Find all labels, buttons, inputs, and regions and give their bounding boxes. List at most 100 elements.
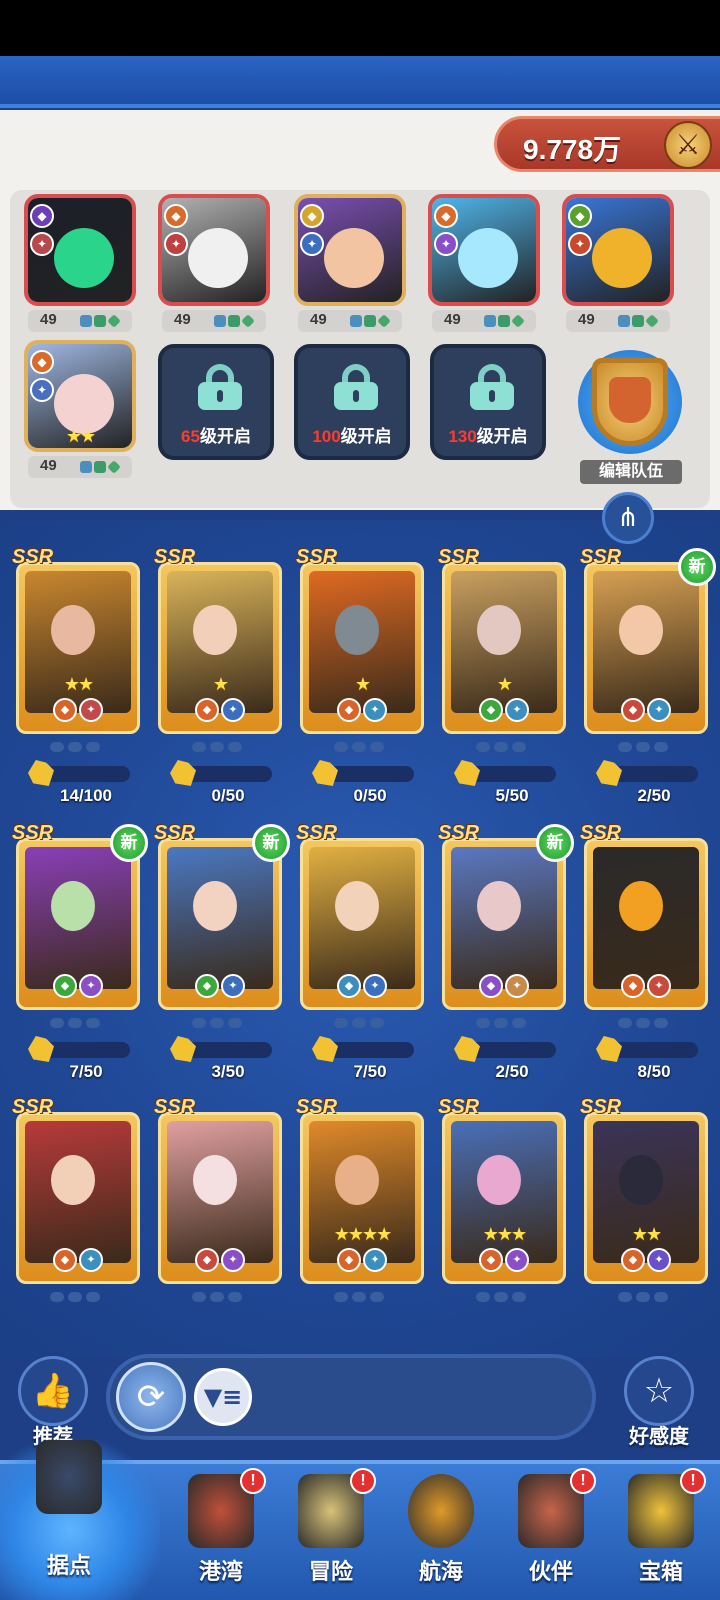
rank-pip	[511, 314, 525, 328]
hero-card[interactable]: SSR ★★ ◆ ✦	[12, 546, 142, 752]
filter-button[interactable]: ▼≡	[194, 1368, 252, 1426]
faction-icon: ✦	[363, 698, 387, 722]
shard-progress: 8/50	[590, 1036, 718, 1086]
nav-item-4[interactable]: 伙伴!	[496, 1464, 606, 1598]
hero-card[interactable]: SSR ◆ ✦	[580, 822, 710, 1028]
rank-pip	[645, 314, 659, 328]
favor-button[interactable]: ☆ 好感度	[618, 1356, 700, 1452]
shard-progress: 3/50	[164, 1036, 292, 1086]
nav-label: 航海	[418, 1559, 463, 1584]
hero-level: 49	[40, 457, 57, 474]
hero-card[interactable]: SSR ★★ ◆ ✦	[580, 1096, 710, 1302]
rank-pip	[107, 460, 121, 474]
rank-pip	[618, 1018, 632, 1028]
refresh-button[interactable]: ⟳	[116, 1362, 186, 1432]
rank-pip	[68, 742, 82, 752]
hero-card[interactable]: SSR ★ ◆ ✦	[296, 546, 426, 752]
star-rating: ★	[354, 674, 371, 695]
team-slot[interactable]: ◆ ✦ 49	[158, 194, 270, 332]
nav-item-1[interactable]: 港湾!	[166, 1464, 276, 1598]
hero-card[interactable]: SSR ★ ◆ ✦	[154, 546, 284, 752]
nav-item-0[interactable]: 据点	[14, 1430, 124, 1578]
rank-pips	[80, 314, 121, 328]
hero-card[interactable]: SSR ★ ◆ ✦	[438, 546, 568, 752]
hero-attribute-badges: ◆ ✦	[582, 974, 710, 998]
notification-badge: !	[680, 1468, 706, 1494]
hero-card-face	[619, 881, 663, 931]
team-power-badge[interactable]: 9.778万 ⚔	[494, 116, 720, 172]
rank-pips	[350, 314, 391, 328]
lock-keyhole	[489, 390, 495, 402]
rank-pip	[86, 742, 100, 752]
team-slot[interactable]: ◆ ✦ 49	[294, 194, 406, 332]
unlock-level: 130	[448, 427, 477, 446]
hero-attribute-badges: ◆ ✦	[14, 1248, 142, 1272]
team-slot[interactable]: ◆ ✦ 49	[562, 194, 674, 332]
rank-pip	[654, 1292, 668, 1302]
hero-card-face	[477, 1155, 521, 1205]
rank-pip	[494, 1292, 508, 1302]
hero-attribute-badges: ◆ ✦	[582, 698, 710, 722]
shard-count: 5/50	[495, 786, 529, 805]
nav-label: 宝箱	[638, 1559, 683, 1584]
rank-pip	[632, 315, 644, 327]
rank-pip	[352, 1292, 366, 1302]
hero-level-bar: 49	[28, 310, 132, 332]
lock-keyhole	[217, 390, 223, 402]
faction-icon: ✦	[505, 974, 529, 998]
rank-pips	[214, 314, 255, 328]
unlock-level-label: 100级开启	[298, 422, 406, 447]
hero-card[interactable]: SSR ◆ ✦	[296, 822, 426, 1028]
team-slot[interactable]: ◆ ✦ 49	[24, 194, 136, 332]
shard-count: 7/50	[353, 1062, 387, 1081]
hero-card[interactable]: SSR 新 ◆ ✦	[438, 822, 574, 1028]
notification-badge: !	[570, 1468, 596, 1494]
hero-card[interactable]: SSR 新 ◆ ✦	[12, 822, 148, 1028]
rank-pip	[80, 315, 92, 327]
new-badge: 新	[678, 548, 716, 586]
hero-card-face	[51, 605, 95, 655]
nav-item-5[interactable]: 宝箱!	[606, 1464, 716, 1598]
rank-pips	[618, 314, 659, 328]
share-button[interactable]: ⋔	[602, 492, 654, 544]
hero-card[interactable]: SSR 新 ◆ ✦	[154, 822, 290, 1028]
hero-level: 49	[578, 311, 595, 328]
team-slot[interactable]: ◆ ✦ ★★ 49	[24, 340, 136, 478]
nav-item-2[interactable]: 冒险!	[276, 1464, 386, 1598]
rank-pip	[618, 315, 630, 327]
hero-card[interactable]: SSR 新 ◆ ✦	[580, 546, 716, 752]
class-icon: ◆	[195, 698, 219, 722]
shard-progress: 2/50	[448, 1036, 576, 1086]
rank-pips	[476, 1292, 532, 1304]
hero-card[interactable]: SSR ◆ ✦	[12, 1096, 142, 1302]
class-icon: ◆	[30, 204, 54, 228]
hero-card[interactable]: SSR ★★★ ◆ ✦	[438, 1096, 568, 1302]
nav-label: 冒险	[308, 1559, 353, 1584]
ship-wheel-icon	[408, 1474, 474, 1548]
rank-pip	[86, 1292, 100, 1302]
rank-pip	[370, 1018, 384, 1028]
lock-icon	[470, 364, 514, 410]
shard-progress: 5/50	[448, 760, 576, 810]
nav-item-3[interactable]: 航海	[386, 1464, 496, 1598]
hero-card-face	[51, 1155, 95, 1205]
edit-team-button[interactable]: ✕ 编辑队伍	[572, 346, 690, 488]
locked-team-slot[interactable]: 65级开启	[158, 344, 274, 460]
team-slot[interactable]: ◆ ✦ 49	[428, 194, 540, 332]
hero-card-face	[619, 605, 663, 655]
rank-pip	[494, 742, 508, 752]
locked-team-slot[interactable]: 100级开启	[294, 344, 410, 460]
hero-attribute-badges: ◆ ✦	[440, 974, 568, 998]
class-icon: ◆	[568, 204, 592, 228]
hero-face	[54, 374, 114, 434]
hero-card[interactable]: SSR ◆ ✦	[154, 1096, 284, 1302]
hero-card[interactable]: SSR ★★★★ ◆ ✦	[296, 1096, 426, 1302]
share-icon: ⋔	[617, 503, 639, 533]
rank-pip	[192, 742, 206, 752]
locked-team-slot[interactable]: 130级开启	[430, 344, 546, 460]
rank-pip	[241, 314, 255, 328]
hero-card-face	[193, 605, 237, 655]
rank-pip	[94, 315, 106, 327]
rank-pip	[228, 1292, 242, 1302]
class-icon: ◆	[53, 698, 77, 722]
